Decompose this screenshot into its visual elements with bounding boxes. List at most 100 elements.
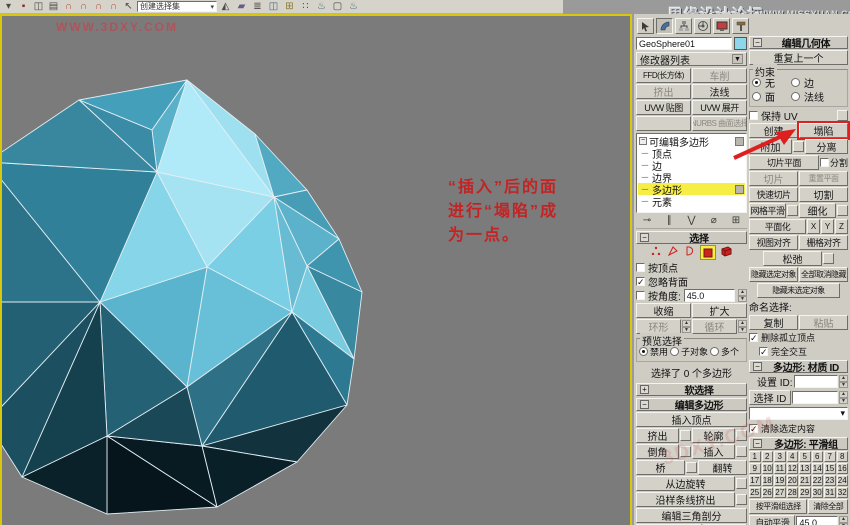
clear-selection-checkbox[interactable]: ✓ xyxy=(749,424,758,434)
element-subobject-icon[interactable] xyxy=(720,244,733,262)
smoothing-group-19[interactable]: 19 xyxy=(774,475,786,486)
perspective-viewport[interactable]: WWW.3DXY.COM “插入”后的面 进行“塌陷”成 为一点。 xyxy=(0,14,632,525)
manipulate-icon[interactable]: ◫ xyxy=(32,1,45,13)
smoothing-group-10[interactable]: 10 xyxy=(761,463,773,474)
constraint-edge-radio[interactable] xyxy=(791,78,800,87)
copy-button[interactable]: 复制 xyxy=(749,315,798,330)
shrink-button[interactable]: 收缩 xyxy=(636,303,691,318)
tab-hierarchy-icon[interactable] xyxy=(675,18,692,34)
smoothing-group-17[interactable]: 17 xyxy=(749,475,761,486)
angle-snap-icon[interactable]: ∩ xyxy=(77,1,90,13)
smoothing-group-8[interactable]: 8 xyxy=(836,451,848,462)
schematic-view-icon[interactable]: ⊞ xyxy=(283,1,296,13)
auto-smooth-button[interactable]: 自动平滑 xyxy=(749,515,796,525)
smoothing-group-24[interactable]: 24 xyxy=(836,475,848,486)
constraint-face-radio[interactable] xyxy=(752,92,761,101)
render-setup-icon[interactable]: ♨ xyxy=(315,1,328,13)
loop-spinner[interactable]: ▲ ▼ xyxy=(738,320,747,333)
tessellate-button[interactable]: 细化 xyxy=(799,203,836,218)
angle-spinner[interactable]: ▲ ▼ xyxy=(738,289,747,302)
configure-sets-icon[interactable]: ⊞ xyxy=(729,215,743,226)
by-angle-checkbox[interactable] xyxy=(636,291,645,300)
constraint-normal-radio[interactable] xyxy=(791,92,800,101)
bridge-settings-button[interactable] xyxy=(686,462,697,473)
smoothing-group-32[interactable]: 32 xyxy=(836,487,848,498)
grid-align-button[interactable]: 栅格对齐 xyxy=(799,235,848,250)
smoothing-group-26[interactable]: 26 xyxy=(761,487,773,498)
snap-toggle-icon[interactable]: ∩ xyxy=(62,1,75,13)
smoothing-group-4[interactable]: 4 xyxy=(786,451,798,462)
attach-settings-button[interactable] xyxy=(793,141,804,152)
reset-plane-button[interactable]: 重置平面 xyxy=(799,171,848,186)
angle-field[interactable]: 45.0 xyxy=(683,289,735,302)
unhide-all-button[interactable]: 全部取消隐藏 xyxy=(799,267,848,282)
percent-snap-icon[interactable]: ∩ xyxy=(92,1,105,13)
ignore-backfacing-checkbox[interactable]: ✓ xyxy=(636,277,645,287)
rollout-smoothing-groups[interactable]: − 多边形: 平滑组 xyxy=(749,437,848,451)
collapse-minus-icon[interactable]: − xyxy=(639,137,647,145)
tab-utilities-icon[interactable] xyxy=(732,18,749,34)
modifier-list-dropdown[interactable]: 修改器列表 ▼ xyxy=(636,52,747,67)
edit-named-selection-icon[interactable]: ↖ xyxy=(122,1,135,13)
smoothing-group-27[interactable]: 27 xyxy=(774,487,786,498)
attach-button[interactable]: 附加 xyxy=(749,139,792,154)
smoothing-group-29[interactable]: 29 xyxy=(799,487,811,498)
edit-triangulation-button[interactable]: 编辑三角剖分 xyxy=(636,508,747,523)
smoothing-group-30[interactable]: 30 xyxy=(811,487,823,498)
planar-x-button[interactable]: X xyxy=(807,219,820,234)
bevel-button[interactable]: 倒角 xyxy=(636,444,679,459)
blank-button[interactable] xyxy=(636,116,691,131)
ffd-box-button[interactable]: FFD(长方体) xyxy=(636,68,691,83)
msmooth-button[interactable]: 网格平滑 xyxy=(749,203,786,218)
rollout-material-ids[interactable]: − 多边形: 材质 ID xyxy=(749,360,848,374)
smoothing-group-12[interactable]: 12 xyxy=(786,463,798,474)
inset-settings-button[interactable] xyxy=(736,446,747,457)
flip-button[interactable]: 翻转 xyxy=(698,460,747,475)
stack-item-row[interactable]: ─ 元素 xyxy=(638,195,745,209)
select-id-button[interactable]: 选择 ID xyxy=(749,390,791,405)
slice-button[interactable]: 切片 xyxy=(749,171,798,186)
insert-vertex-button[interactable]: 插入顶点 xyxy=(636,412,747,427)
collapse-button[interactable]: 塌陷 xyxy=(797,121,850,140)
remove-modifier-icon[interactable]: ⌀ xyxy=(707,215,721,226)
auto-smooth-spinner[interactable]: ▲▼ xyxy=(839,516,848,525)
cut-button[interactable]: 切割 xyxy=(799,187,848,202)
slice-plane-button[interactable]: 切片平面 xyxy=(749,155,819,170)
rollout-edit-polygons[interactable]: − 编辑多边形 xyxy=(636,398,747,412)
set-id-field[interactable] xyxy=(793,375,838,388)
planar-z-button[interactable]: Z xyxy=(835,219,848,234)
smoothing-group-9[interactable]: 9 xyxy=(749,463,761,474)
smoothing-group-5[interactable]: 5 xyxy=(799,451,811,462)
uvw-map-button[interactable]: UVW 贴图 xyxy=(636,100,691,115)
hide-selected-button[interactable]: 隐藏选定对象 xyxy=(749,267,798,282)
preview-subobj-radio[interactable] xyxy=(670,347,680,356)
smoothing-group-13[interactable]: 13 xyxy=(799,463,811,474)
hinge-settings-button[interactable] xyxy=(736,478,747,489)
nurbs-surface-select-button[interactable]: NURBS 曲面选择 xyxy=(692,116,747,131)
material-editor-icon[interactable]: ∷ xyxy=(299,1,312,13)
smoothing-group-16[interactable]: 16 xyxy=(836,463,848,474)
make-unique-icon[interactable]: ⋁ xyxy=(685,215,699,226)
full-interactivity-checkbox[interactable]: ✓ xyxy=(759,347,768,357)
make-planar-button[interactable]: 平面化 xyxy=(749,219,806,234)
pin-stack-icon[interactable]: ⊸ xyxy=(640,215,654,226)
paste-button[interactable]: 粘贴 xyxy=(799,315,848,330)
ring-spinner[interactable]: ▲ ▼ xyxy=(682,320,691,333)
dropdown-stub-icon[interactable]: ▾ xyxy=(2,1,15,13)
smoothing-group-2[interactable]: 2 xyxy=(761,451,773,462)
hinge-from-edge-button[interactable]: 从边旋转 xyxy=(636,476,735,491)
tab-display-icon[interactable] xyxy=(713,18,730,34)
loop-button[interactable]: 循环 xyxy=(692,319,737,334)
detach-button[interactable]: 分离 xyxy=(805,139,848,154)
smoothing-group-18[interactable]: 18 xyxy=(761,475,773,486)
auto-smooth-field[interactable]: 45.0 xyxy=(796,516,838,525)
outline-button[interactable]: 轮廓 xyxy=(692,428,735,443)
rollout-soft-selection[interactable]: + 软选择 xyxy=(636,383,747,397)
extrude-button[interactable]: 挤出 xyxy=(636,428,679,443)
clear-all-button[interactable]: 清除全部 xyxy=(808,499,848,514)
grow-button[interactable]: 扩大 xyxy=(692,303,747,318)
ring-button[interactable]: 环形 xyxy=(636,319,681,334)
quick-render-icon[interactable]: ♨ xyxy=(347,1,360,13)
print-size-icon[interactable]: ▤ xyxy=(47,1,60,13)
spline-extrude-settings-button[interactable] xyxy=(736,494,747,505)
